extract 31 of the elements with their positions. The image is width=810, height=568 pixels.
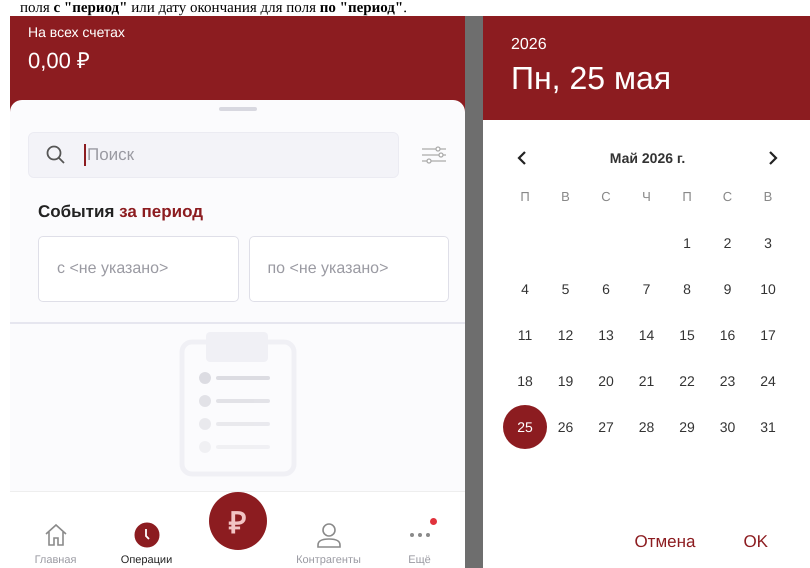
dialog-button[interactable]: Отмена bbox=[630, 528, 700, 556]
dialog-button[interactable]: OK bbox=[739, 528, 772, 556]
weekday-label: С bbox=[722, 188, 734, 206]
balance-label: На всех счетах bbox=[28, 24, 126, 40]
selected-date: Пн, 25 мая bbox=[511, 60, 672, 97]
home-icon bbox=[42, 522, 68, 548]
weekday-label: С bbox=[600, 188, 612, 206]
person-icon bbox=[316, 522, 342, 548]
section-title: События за период bbox=[37, 201, 204, 222]
previous-month-icon[interactable] bbox=[517, 150, 527, 166]
date-field[interactable]: по <не указано> bbox=[248, 236, 449, 302]
weekday-label: В bbox=[762, 188, 774, 206]
drag-handle[interactable] bbox=[218, 107, 256, 111]
payment-button[interactable]: ₽ bbox=[208, 492, 266, 550]
next-month-icon[interactable] bbox=[768, 150, 778, 166]
selected-year[interactable]: 2026 bbox=[511, 36, 782, 54]
clock-icon bbox=[134, 522, 160, 548]
document-text: поля с "период" или дату окончания для поля по "период". bbox=[19, 0, 408, 16]
date-field[interactable]: с <не указано> bbox=[38, 236, 238, 302]
weekday-label: Ч bbox=[641, 188, 652, 206]
search-icon bbox=[46, 145, 66, 165]
nav-tab[interactable]: Операции bbox=[101, 522, 192, 566]
calendar-day[interactable]: 25 bbox=[503, 405, 547, 449]
more-icon bbox=[408, 532, 432, 538]
month-title: Май 2026 г. bbox=[610, 150, 686, 166]
weekday-label: П bbox=[681, 188, 693, 206]
search-field[interactable]: Поиск bbox=[28, 132, 399, 178]
weekday-label: П bbox=[519, 188, 531, 206]
balance-amount: 0,00 ₽ bbox=[28, 47, 91, 74]
weekday-label: В bbox=[560, 188, 571, 206]
text-cursor bbox=[84, 144, 86, 166]
